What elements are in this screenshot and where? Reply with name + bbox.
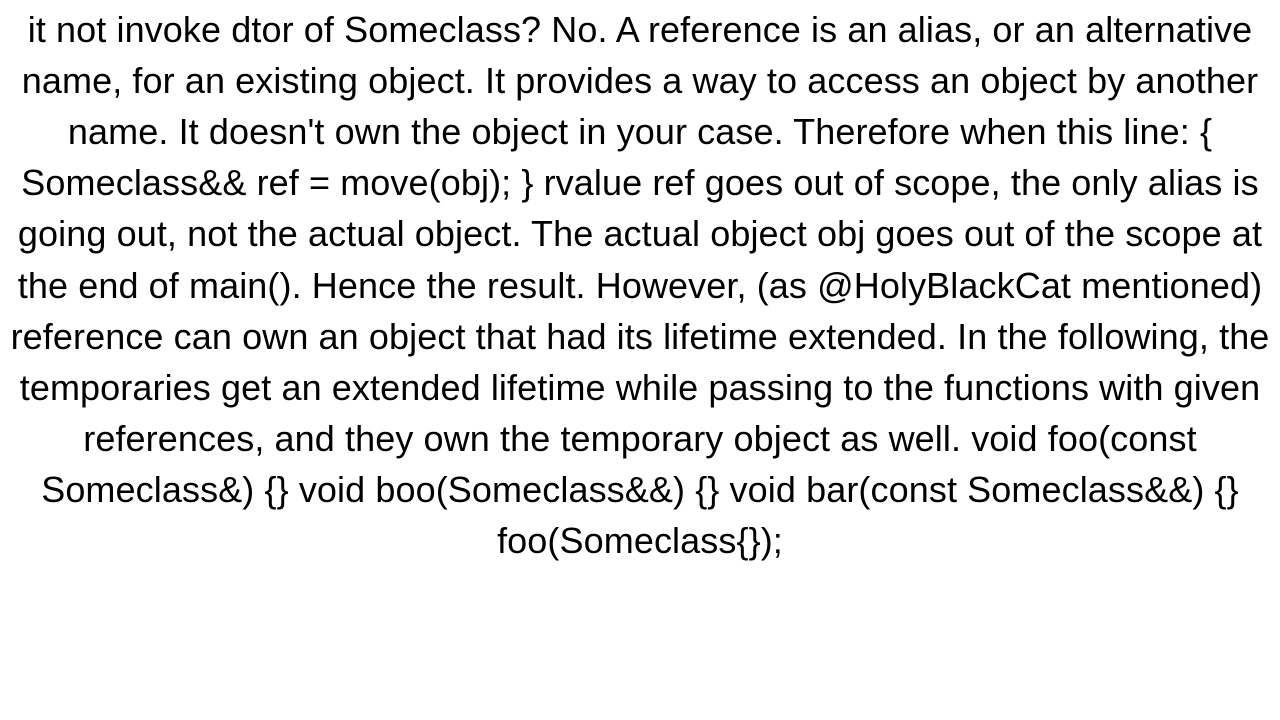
page: it not invoke dtor of Someclass? No. A r… — [0, 0, 1280, 720]
body-text: it not invoke dtor of Someclass? No. A r… — [0, 0, 1280, 566]
